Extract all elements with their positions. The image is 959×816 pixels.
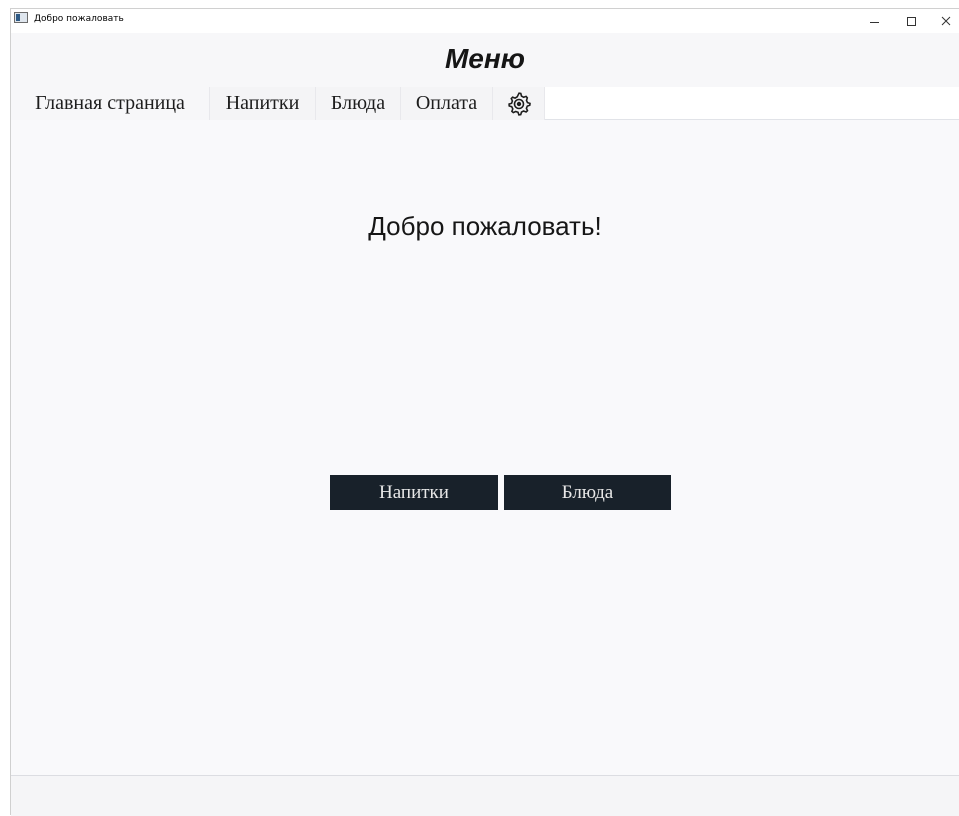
gear-icon	[507, 91, 531, 116]
tab-home[interactable]: Главная страница	[11, 87, 210, 120]
welcome-heading: Добро пожаловать!	[368, 211, 602, 241]
app-window: Добро пожаловать Меню Главная страница Н…	[10, 8, 959, 816]
page-title: Меню	[444, 43, 526, 74]
tab-bar: Главная страница Напитки Блюда Оплата	[11, 87, 959, 120]
app-icon	[14, 12, 28, 23]
minimize-button[interactable]	[859, 9, 889, 33]
maximize-icon	[906, 16, 916, 26]
main-content: Добро пожаловать! Напитки Блюда	[11, 120, 959, 775]
drinks-button[interactable]: Напитки	[330, 475, 498, 510]
minimize-icon	[869, 21, 879, 23]
maximize-button[interactable]	[896, 9, 926, 33]
tab-dishes[interactable]: Блюда	[316, 87, 401, 120]
tab-payment[interactable]: Оплата	[401, 87, 493, 120]
app-header: Меню	[11, 33, 959, 87]
close-icon	[941, 16, 951, 26]
tab-drinks[interactable]: Напитки	[210, 87, 316, 120]
close-button[interactable]	[931, 9, 959, 33]
window-title: Добро пожаловать	[34, 14, 124, 24]
tab-settings[interactable]	[493, 87, 545, 120]
status-bar	[11, 775, 959, 816]
dishes-button[interactable]: Блюда	[504, 475, 671, 510]
title-bar[interactable]: Добро пожаловать	[11, 9, 959, 33]
